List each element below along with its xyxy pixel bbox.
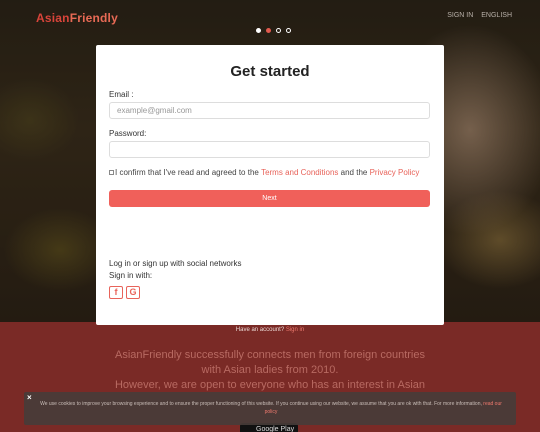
site-logo[interactable]: AsianFriendly xyxy=(36,11,118,25)
sign-in-footer-link[interactable]: Sign in xyxy=(286,327,304,333)
cookie-text: We use cookies to improve your browsing … xyxy=(36,400,506,416)
terms-checkbox[interactable] xyxy=(109,170,114,175)
password-field[interactable] xyxy=(109,141,430,158)
cookie-banner: × We use cookies to improve your browsin… xyxy=(24,392,516,425)
have-account-text: Have an account? xyxy=(235,327,286,333)
tagline-line-2: with Asian ladies from 2010. xyxy=(201,364,339,376)
next-button[interactable]: Next xyxy=(109,190,430,207)
facebook-login-button[interactable]: f xyxy=(109,286,123,299)
google-icon: G xyxy=(129,287,137,297)
carousel-dot-2[interactable] xyxy=(266,28,271,33)
social-login-text: Log in or sign up with social networks xyxy=(109,259,242,268)
logo-text-asian: Asian xyxy=(36,11,70,25)
top-nav: SIGN IN ENGLISH xyxy=(447,12,512,19)
carousel-dot-4[interactable] xyxy=(286,28,291,33)
email-field[interactable]: example@gmail.com xyxy=(109,102,430,119)
have-account-note: Have an account? Sign in xyxy=(0,327,540,333)
sign-in-with-text: Sign in with: xyxy=(109,271,153,280)
carousel-dot-3[interactable] xyxy=(276,28,281,33)
confirm-and-text: and the xyxy=(338,168,370,177)
terms-confirm-row: I confirm that I've read and agreed to t… xyxy=(109,168,419,177)
close-icon[interactable]: × xyxy=(27,393,32,402)
carousel-dots xyxy=(256,28,291,33)
cookie-message: We use cookies to improve your browsing … xyxy=(40,401,484,407)
privacy-policy-link[interactable]: Privacy Policy xyxy=(370,168,420,177)
tagline: AsianFriendly successfully connects men … xyxy=(0,348,540,393)
email-label: Email : xyxy=(109,90,134,99)
terms-link[interactable]: Terms and Conditions xyxy=(261,168,338,177)
confirm-text: I confirm that I've read and agreed to t… xyxy=(115,168,262,177)
carousel-dot-1[interactable] xyxy=(256,28,261,33)
password-label: Password: xyxy=(109,129,147,138)
signup-card: Get started Email : example@gmail.com Pa… xyxy=(96,45,444,325)
page-title: Get started xyxy=(230,63,310,80)
google-login-button[interactable]: G xyxy=(126,286,140,299)
sign-in-link[interactable]: SIGN IN xyxy=(447,12,473,19)
logo-text-friendly: Friendly xyxy=(69,11,118,25)
language-selector[interactable]: ENGLISH xyxy=(481,12,512,19)
facebook-icon: f xyxy=(114,287,118,297)
tagline-line-1: AsianFriendly successfully connects men … xyxy=(115,349,425,361)
tagline-line-3: However, we are open to everyone who has… xyxy=(114,379,426,391)
